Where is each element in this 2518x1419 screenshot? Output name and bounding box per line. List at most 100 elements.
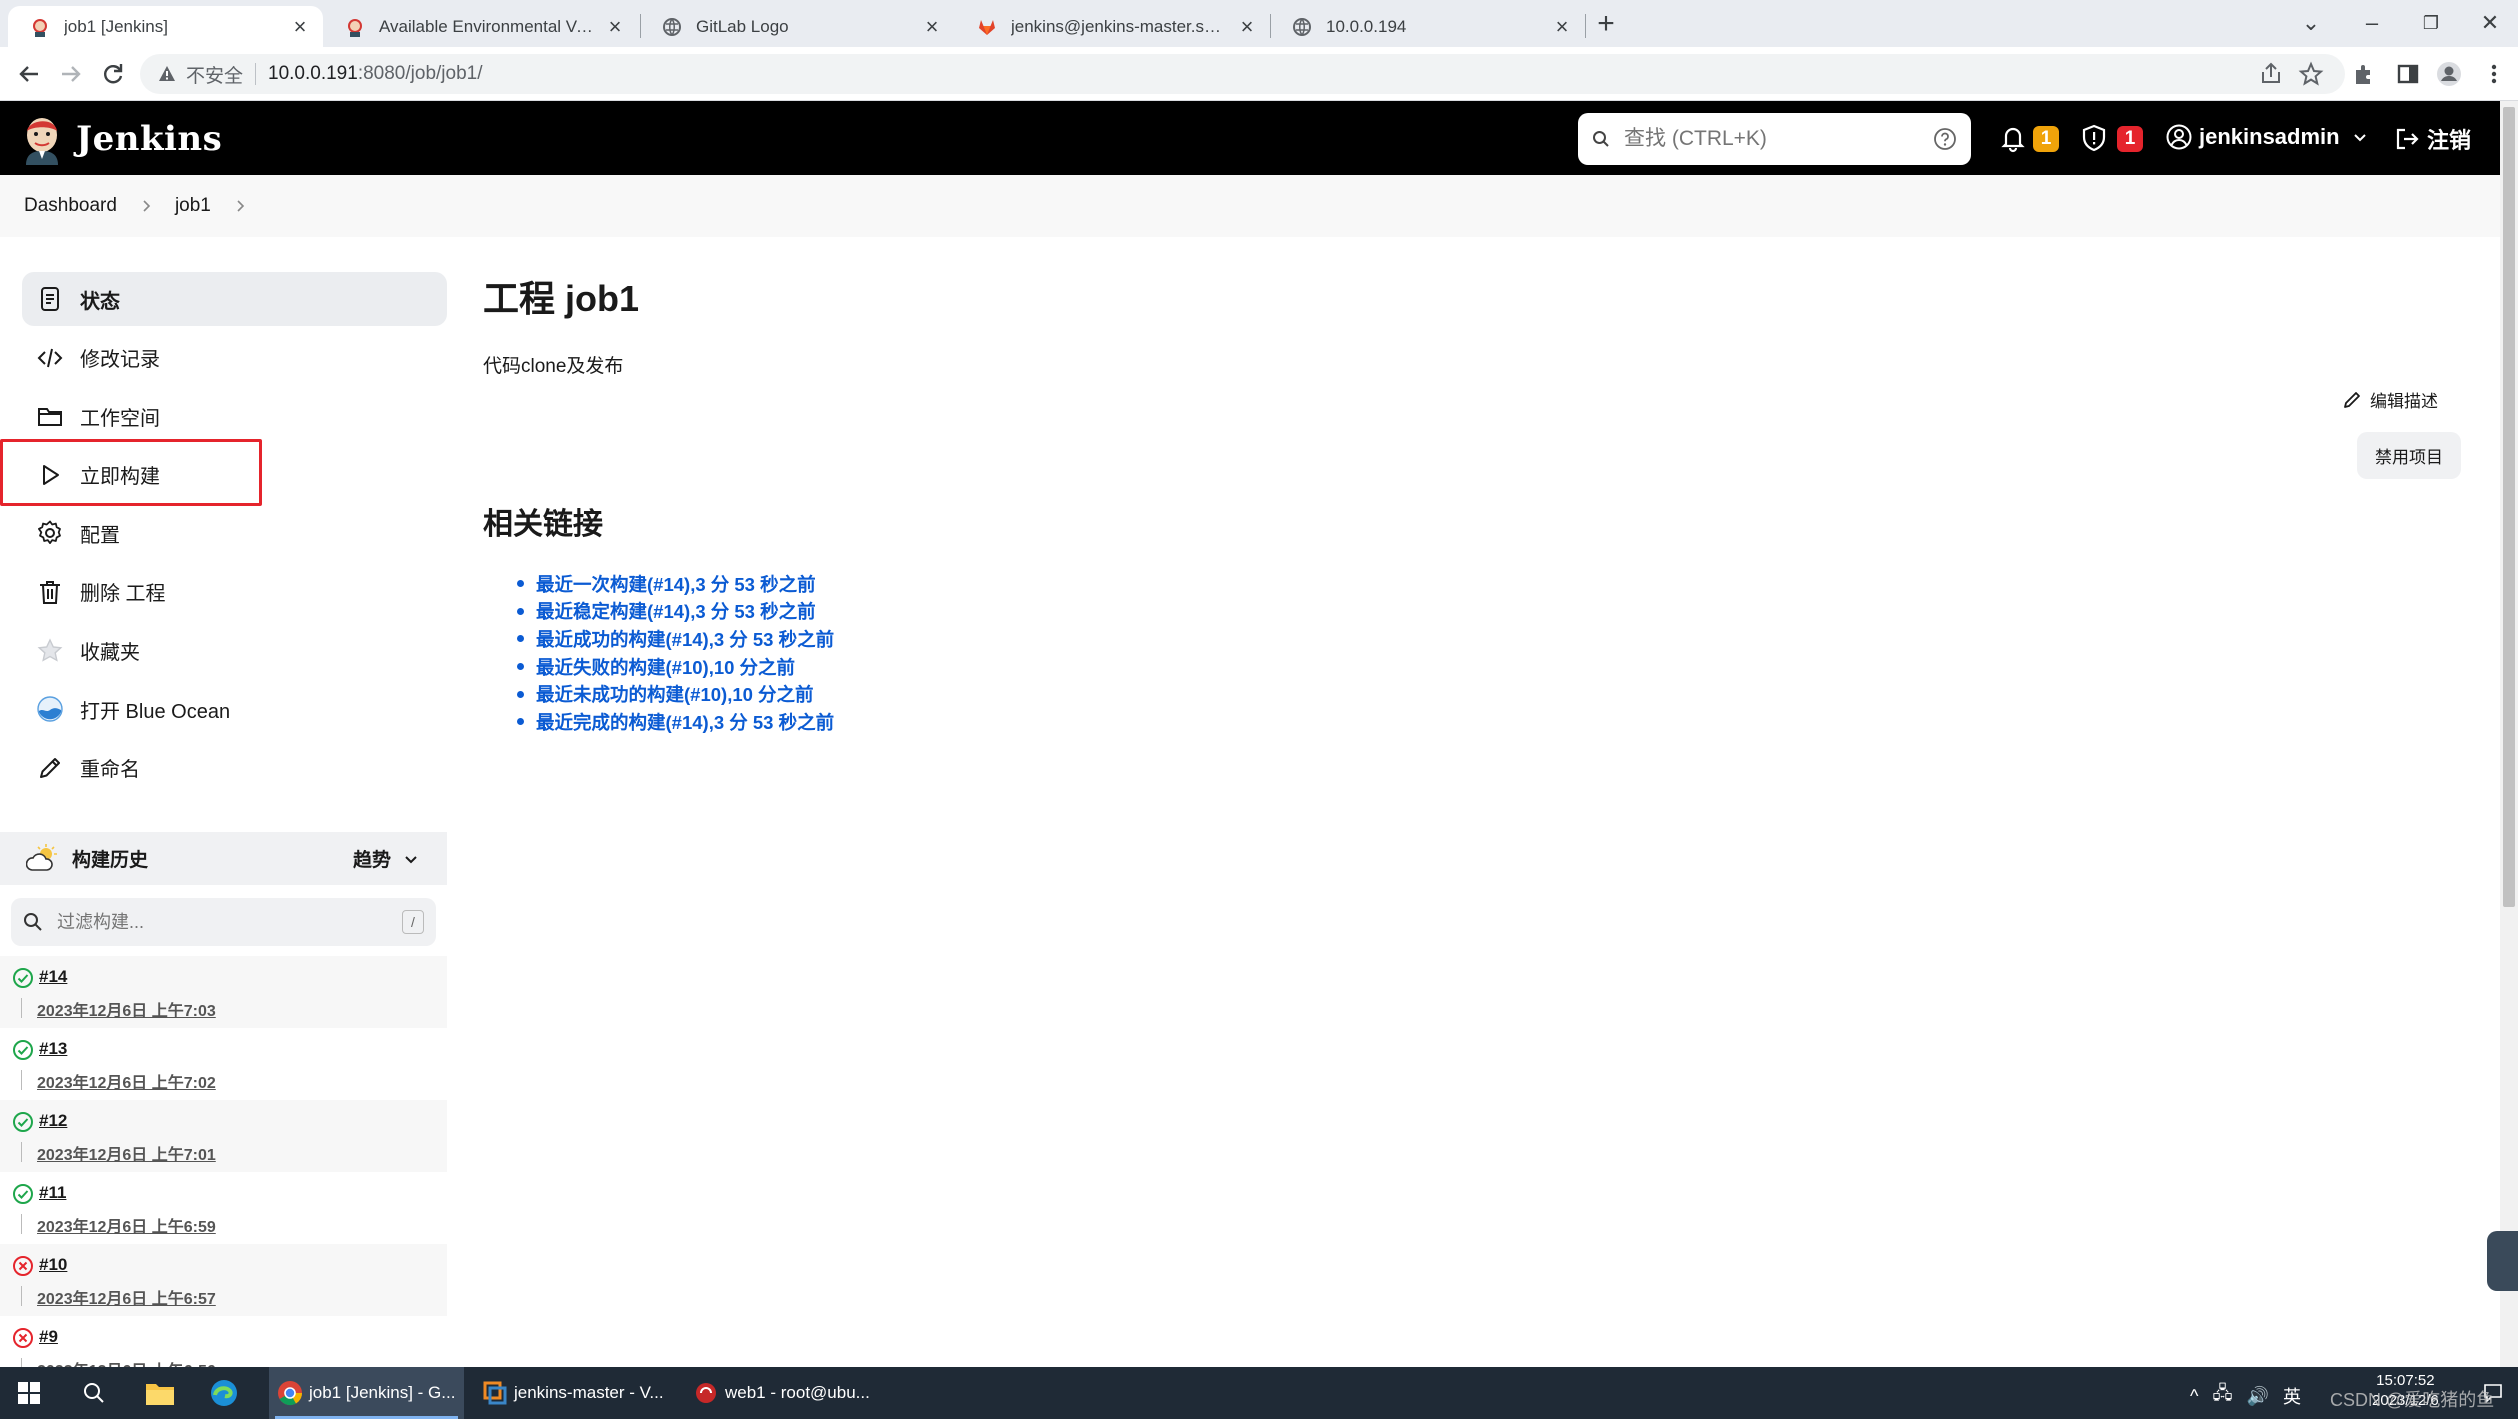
build-filter[interactable]: /	[11, 898, 436, 946]
build-number[interactable]: #14	[39, 967, 67, 987]
minimize-icon[interactable]: –	[2357, 8, 2387, 38]
taskbar-app-terminal[interactable]: web1 - root@ubu...	[685, 1367, 880, 1419]
logout-button[interactable]: 注销	[2393, 123, 2471, 155]
edit-description-button[interactable]: 编辑描述	[2342, 387, 2438, 412]
volume-icon[interactable]: 🔊	[2247, 1386, 2269, 1407]
tab-gitlab-logo[interactable]: GitLab Logo ×	[640, 6, 955, 47]
tab-10-0-0-194[interactable]: 10.0.0.194 ×	[1270, 6, 1585, 47]
breadcrumb-dashboard[interactable]: Dashboard	[24, 195, 117, 217]
build-row[interactable]: #11 2023年12月6日 上午6:59	[0, 1172, 447, 1244]
build-row[interactable]: #10 2023年12月6日 上午6:57	[0, 1244, 447, 1316]
taskbar-app-vmware[interactable]: jenkins-master - V...	[474, 1367, 669, 1419]
sidebar-item-delete-project[interactable]: 删除 工程	[22, 565, 447, 619]
related-link-last-unsuccessful[interactable]: 最近未成功的构建(#10),10 分之前	[515, 680, 834, 708]
trend-link[interactable]: 趋势	[353, 845, 391, 872]
tab-job1[interactable]: job1 [Jenkins] ×	[8, 6, 323, 47]
divider	[21, 1070, 22, 1090]
window-close-icon[interactable]: ✕	[2475, 8, 2505, 38]
close-icon[interactable]: ×	[606, 15, 624, 37]
warning-icon	[159, 66, 175, 81]
os-taskbar: job1 [Jenkins] - G... jenkins-master - V…	[0, 1367, 2518, 1419]
more-menu-icon[interactable]	[2480, 60, 2508, 88]
close-icon[interactable]: ×	[1238, 15, 1256, 37]
tab-search-icon[interactable]: ⌄	[2296, 8, 2326, 38]
restore-icon[interactable]: ❐	[2416, 8, 2446, 38]
chevron-up-icon[interactable]: ^	[2190, 1386, 2198, 1407]
build-row[interactable]: #12 2023年12月6日 上午7:01	[0, 1100, 447, 1172]
jenkins-favicon-icon	[348, 18, 362, 37]
search-box[interactable]	[1578, 113, 1971, 165]
tab-env-vars[interactable]: Available Environmental Varia... ×	[323, 6, 638, 47]
sidebar-item-rename[interactable]: 重命名	[22, 741, 447, 795]
related-link-last-successful[interactable]: 最近成功的构建(#14),3 分 53 秒之前	[515, 625, 834, 653]
shield-icon[interactable]	[2079, 123, 2109, 153]
build-date[interactable]: 2023年12月6日 上午6:57	[37, 1285, 216, 1309]
help-icon[interactable]	[1933, 127, 1957, 151]
build-history-title: 构建历史	[72, 850, 149, 871]
related-link-last-completed[interactable]: 最近完成的构建(#14),3 分 53 秒之前	[515, 708, 834, 736]
sidebar-item-label: 重命名	[80, 759, 140, 782]
filter-builds-input[interactable]	[57, 911, 402, 933]
related-link-last-build[interactable]: 最近一次构建(#14),3 分 53 秒之前	[515, 570, 834, 598]
search-input[interactable]	[1624, 127, 1933, 151]
build-date[interactable]: 2023年12月6日 上午7:01	[37, 1141, 216, 1165]
build-row[interactable]: #14 2023年12月6日 上午7:03	[0, 956, 447, 1028]
scrollbar-thumb[interactable]	[2503, 107, 2515, 907]
bell-icon[interactable]	[1998, 123, 2028, 153]
build-number[interactable]: #12	[39, 1111, 67, 1131]
forward-arrow-icon[interactable]	[54, 57, 88, 91]
bookmark-star-icon[interactable]	[2297, 60, 2325, 88]
breadcrumb-job1[interactable]: job1	[175, 195, 211, 217]
side-widget-tab[interactable]	[2487, 1231, 2518, 1291]
address-bar[interactable]: 不安全 10.0.0.191:8080/job/job1/	[140, 54, 2345, 94]
security-badge[interactable]: 1	[2117, 126, 2143, 152]
project-description: 代码clone及发布	[483, 356, 624, 377]
tab-gitlab-jenkins[interactable]: jenkins@jenkins-master.serve... ×	[955, 6, 1270, 47]
extensions-icon[interactable]	[2350, 60, 2378, 88]
ime-indicator[interactable]: 英	[2283, 1383, 2301, 1409]
related-link-last-failed[interactable]: 最近失败的构建(#10),10 分之前	[515, 653, 834, 681]
back-arrow-icon[interactable]	[12, 57, 46, 91]
close-icon[interactable]: ×	[291, 15, 309, 37]
failed-x-icon	[13, 1328, 33, 1348]
sidebar-item-workspace[interactable]: 工作空间	[22, 389, 447, 443]
build-number[interactable]: #10	[39, 1255, 67, 1275]
tab-title: job1 [Jenkins]	[64, 16, 168, 36]
security-status[interactable]: 不安全	[186, 61, 243, 88]
windows-start-icon[interactable]	[18, 1382, 40, 1404]
divider	[21, 1214, 22, 1234]
build-date[interactable]: 2023年12月6日 上午6:59	[37, 1213, 216, 1237]
search-icon[interactable]	[82, 1381, 106, 1405]
profile-icon[interactable]	[2435, 60, 2463, 88]
share-icon[interactable]	[2257, 60, 2285, 88]
sidebar-item-configure[interactable]: 配置	[22, 506, 447, 560]
side-panel-icon[interactable]	[2394, 60, 2422, 88]
notifications-badge[interactable]: 1	[2033, 126, 2059, 152]
build-row[interactable]: #13 2023年12月6日 上午7:02	[0, 1028, 447, 1100]
sidebar-item-favorites[interactable]: 收藏夹	[22, 624, 447, 678]
filter-shortcut-hint: /	[402, 910, 424, 934]
close-icon[interactable]: ×	[1553, 15, 1571, 37]
sidebar-item-status[interactable]: 状态	[22, 272, 447, 326]
build-number[interactable]: #9	[39, 1327, 58, 1347]
new-tab-button[interactable]: +	[1591, 9, 1621, 40]
chevron-down-icon[interactable]	[403, 851, 419, 867]
chevron-down-icon	[2353, 134, 2366, 142]
sidebar-item-blue-ocean[interactable]: 打开 Blue Ocean	[22, 682, 447, 736]
taskbar-app-chrome[interactable]: job1 [Jenkins] - G...	[269, 1367, 464, 1419]
sidebar-item-changes[interactable]: 修改记录	[22, 331, 447, 385]
build-number[interactable]: #11	[39, 1183, 66, 1203]
chevron-right-icon[interactable]	[233, 199, 247, 213]
disable-project-button[interactable]: 禁用项目	[2357, 432, 2461, 479]
jenkins-logo[interactable]: Jenkins	[22, 113, 222, 165]
close-icon[interactable]: ×	[923, 15, 941, 37]
file-explorer-icon[interactable]	[145, 1379, 175, 1407]
edge-browser-icon[interactable]	[209, 1378, 239, 1408]
build-date[interactable]: 2023年12月6日 上午7:02	[37, 1069, 216, 1093]
reload-icon[interactable]	[96, 57, 130, 91]
build-date[interactable]: 2023年12月6日 上午7:03	[37, 997, 216, 1021]
user-menu[interactable]: jenkinsadmin	[2165, 123, 2368, 151]
build-number[interactable]: #13	[39, 1039, 67, 1059]
related-link-last-stable[interactable]: 最近稳定构建(#14),3 分 53 秒之前	[515, 598, 834, 626]
network-icon[interactable]: 🖧	[2212, 1381, 2232, 1411]
